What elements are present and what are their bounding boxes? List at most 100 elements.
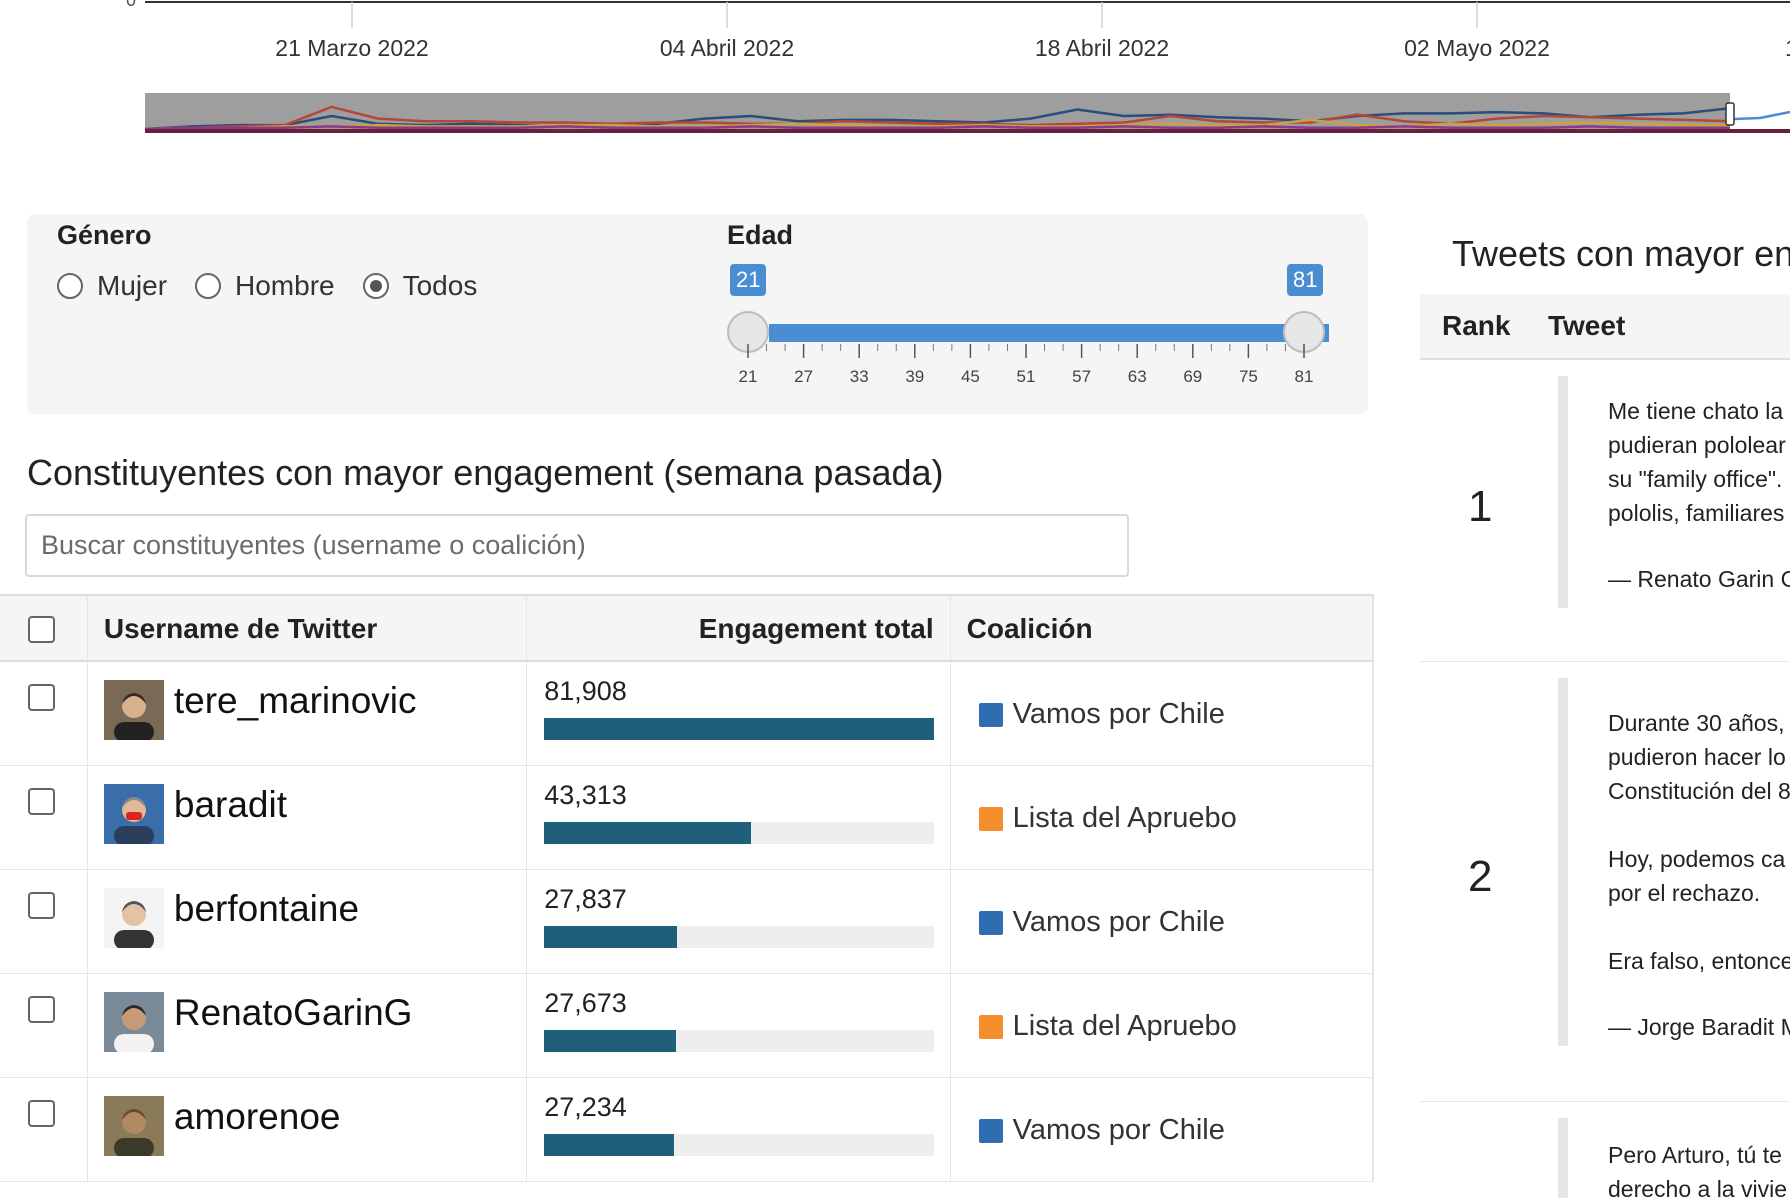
- avatar-image: [103, 992, 164, 1052]
- tweet-row: 2 Durante 30 años, pudieron hacer lo Consti…: [1420, 662, 1790, 1102]
- slider-tick-label: 33: [850, 367, 869, 386]
- radio-label: Hombre: [235, 270, 335, 301]
- username-cell: berfontaine: [88, 870, 528, 973]
- engagement-value: 81,908: [544, 676, 627, 706]
- slider-tick-label: 81: [1295, 367, 1314, 386]
- gender-radio-group: Mujer Hombre Todos: [57, 270, 505, 302]
- coalition-color-swatch: [978, 1015, 1003, 1039]
- tweet-quote-bar: [1558, 376, 1568, 608]
- slider-selected-track[interactable]: [769, 324, 1329, 342]
- row-checkbox[interactable]: [28, 684, 55, 711]
- checkbox-cell: [0, 1078, 88, 1181]
- engagement-bar-fill: [544, 1134, 675, 1156]
- slider-tick-label: 69: [1183, 367, 1202, 386]
- tweet-quote-bar: [1558, 678, 1568, 1046]
- row-checkbox[interactable]: [28, 788, 55, 815]
- column-header-label: Coalición: [966, 613, 1093, 644]
- coalition-color-swatch: [978, 911, 1003, 935]
- radio-button[interactable]: [195, 273, 222, 299]
- column-header-label: Username de Twitter: [103, 613, 378, 644]
- coalition-label: Vamos por Chile: [1012, 906, 1225, 938]
- x-tick-label: 04 Abril 2022: [660, 35, 794, 61]
- coalition-color-swatch: [978, 1119, 1003, 1143]
- constituents-section-title: Constituyentes con mayor engagement (sem…: [27, 452, 944, 493]
- avatar: [103, 784, 164, 844]
- slider-tick-label: 51: [1017, 367, 1036, 386]
- header-username[interactable]: Username de Twitter: [88, 596, 528, 660]
- constituents-search-input[interactable]: [25, 514, 1129, 577]
- gender-filter-label: Género: [57, 220, 152, 250]
- gender-option-mujer[interactable]: Mujer: [57, 270, 167, 302]
- coalition-cell: Vamos por Chile: [951, 1078, 1372, 1181]
- constituents-table: Username de Twitter Engagement total Coa…: [0, 594, 1374, 1182]
- gender-option-hombre[interactable]: Hombre: [195, 270, 335, 302]
- table-row: berfontaine 27,837 Vamos por Chile: [0, 870, 1372, 974]
- checkbox-cell: [0, 870, 88, 973]
- coalition-label: Vamos por Chile: [1012, 1114, 1225, 1146]
- engagement-value: 27,837: [544, 884, 627, 914]
- coalition-cell: Lista del Apruebo: [951, 766, 1372, 869]
- engagement-cell: 27,673: [527, 974, 951, 1077]
- header-engagement[interactable]: Engagement total: [527, 596, 951, 660]
- table-row: tere_marinovic 81,908 Vamos por Chile: [0, 662, 1372, 766]
- navigator-series-line: [144, 125, 1730, 131]
- engagement-cell: 43,313: [527, 766, 951, 869]
- slider-tick-label: 27: [794, 367, 813, 386]
- engagement-bar-fill: [544, 1030, 677, 1052]
- avatar: [103, 888, 164, 948]
- gender-option-todos[interactable]: Todos: [362, 270, 478, 302]
- table-header-row: Username de Twitter Engagement total Coa…: [0, 596, 1372, 662]
- checkbox-cell: [0, 662, 88, 765]
- header-checkbox-cell: [0, 596, 88, 660]
- coalition-label: Vamos por Chile: [1012, 698, 1225, 730]
- username-cell: RenatoGarinG: [88, 974, 528, 1077]
- engagement-cell: 27,234: [527, 1078, 951, 1181]
- tweet-text-line: Durante 30 años,: [1608, 710, 1785, 736]
- username-text: baradit: [173, 784, 288, 825]
- tweet-text-line: pololis, familiares: [1608, 500, 1785, 526]
- coalition-label: Lista del Apruebo: [1012, 802, 1237, 834]
- radio-label: Todos: [402, 270, 478, 301]
- radio-button-selected[interactable]: [362, 273, 389, 299]
- table-row: baradit 43,313 Lista del Apruebo: [0, 766, 1372, 870]
- engagement-bar-fill: [544, 718, 935, 740]
- select-all-checkbox[interactable]: [28, 616, 55, 643]
- tweet-text-line: su "family office".: [1608, 466, 1783, 492]
- range-navigator[interactable]: [144, 93, 1790, 133]
- header-coalition[interactable]: Coalición: [951, 596, 1372, 660]
- slider-min-bubble: 21: [730, 264, 767, 296]
- tweet-row: Pero Arturo, tú te derecho a la vivie: [1420, 1102, 1790, 1198]
- navigator-right-handle[interactable]: [1725, 102, 1735, 126]
- radio-button[interactable]: [57, 273, 83, 299]
- age-range-slider[interactable]: 21 81 21 27 33 39 45 51 57 63 69 75 81: [727, 264, 1347, 394]
- tweet-text-line: — Jorge Baradit M: [1608, 1014, 1790, 1040]
- row-checkbox[interactable]: [28, 1100, 55, 1127]
- tweet-text-line: por el rechazo.: [1608, 880, 1761, 906]
- tweet-text-line: — Renato Garin G: [1608, 566, 1790, 592]
- username-text: berfontaine: [173, 888, 360, 929]
- engagement-bar-track: [544, 926, 935, 948]
- username-cell: tere_marinovic: [88, 662, 528, 765]
- tweet-text-line: pudieron hacer lo: [1608, 744, 1786, 770]
- username-cell: amorenoe: [88, 1078, 528, 1181]
- tweets-table-header: Rank Tweet: [1420, 294, 1790, 360]
- slider-tick-label: 39: [905, 367, 924, 386]
- slider-tick-label: 75: [1239, 367, 1258, 386]
- tweet-text-line: Constitución del 8: [1608, 778, 1790, 804]
- slider-tick-label: 63: [1128, 367, 1147, 386]
- avatar-image: [103, 888, 164, 948]
- engagement-cell: 81,908: [527, 662, 951, 765]
- avatar-image: [103, 784, 164, 844]
- row-checkbox[interactable]: [28, 892, 55, 919]
- navigator-outside-line: [1733, 110, 1790, 121]
- engagement-bar-track: [544, 718, 935, 740]
- table-row: RenatoGarinG 27,673 Lista del Apruebo: [0, 974, 1372, 1078]
- column-header-rank[interactable]: Rank: [1442, 310, 1510, 342]
- engagement-bar-track: [544, 1030, 935, 1052]
- tweet-rank: 2: [1468, 852, 1493, 901]
- column-header-tweet[interactable]: Tweet: [1548, 310, 1625, 342]
- tweet-rank: 1: [1468, 482, 1493, 531]
- column-header-label: Engagement total: [698, 613, 934, 644]
- username-text: RenatoGarinG: [173, 992, 413, 1033]
- row-checkbox[interactable]: [28, 996, 55, 1023]
